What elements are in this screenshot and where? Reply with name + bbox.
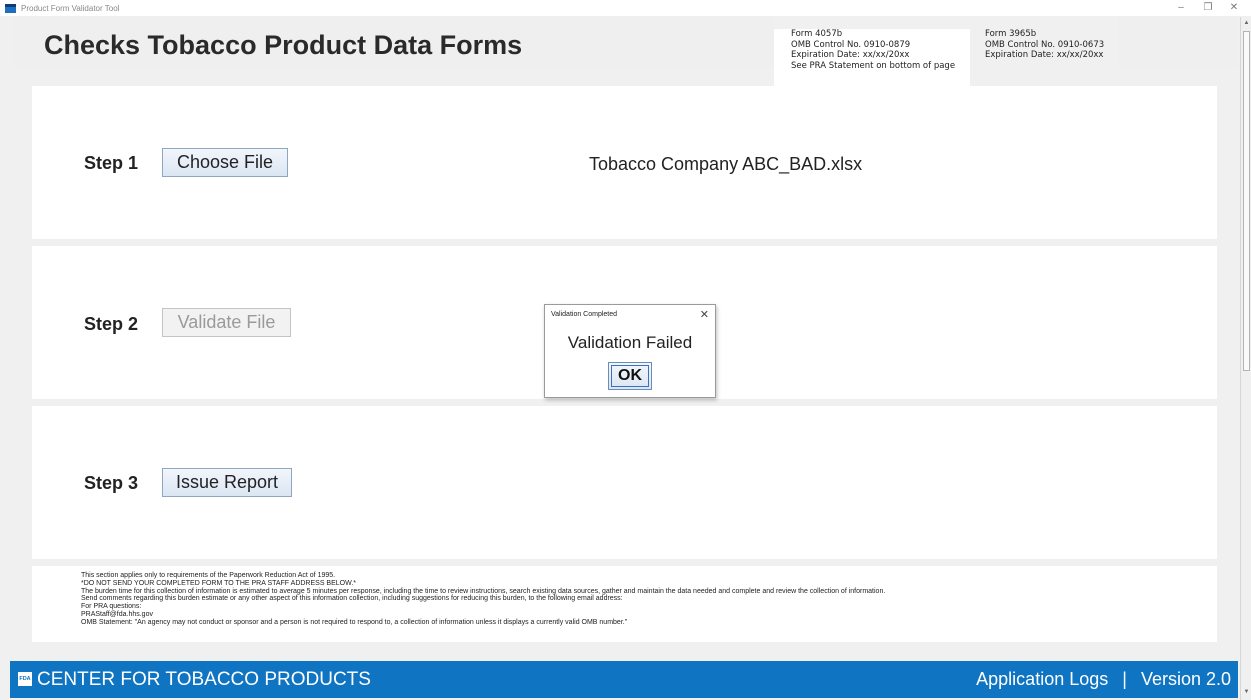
footer-bar: FDA CENTER FOR TOBACCO PRODUCTS Applicat… [10, 661, 1238, 698]
header-right-band [1118, 17, 1237, 68]
pra-line: *DO NOT SEND YOUR COMPLETED FORM TO THE … [81, 579, 356, 587]
validation-dialog: Validation Completed ✕ Validation Failed… [544, 304, 716, 398]
dialog-title: Validation Completed [551, 311, 618, 318]
pra-email: PRAStaff@fda.hhs.gov [81, 610, 153, 618]
omb-control-number: OMB Control No. 0910-0673 [985, 39, 1105, 50]
validate-file-button[interactable]: Validate File [162, 308, 291, 337]
scroll-thumb[interactable] [1243, 31, 1250, 371]
pra-statement: This section applies only to requirement… [32, 566, 1217, 642]
pra-line: OMB Statement: "An agency may not conduc… [81, 618, 628, 626]
omb-control-number: OMB Control No. 0910-0879 [791, 39, 911, 50]
center-name: CENTER FOR TOBACCO PRODUCTS [37, 669, 371, 690]
close-window-button[interactable]: ✕ [1223, 0, 1245, 16]
window-title: Product Form Validator Tool [21, 3, 120, 13]
expiration-date: Expiration Date: xx/xx/20xx [791, 50, 910, 60]
step2-label: Step 2 [84, 314, 139, 334]
pra-line: This section applies only to requirement… [81, 572, 336, 579]
minimize-button[interactable]: – [1170, 0, 1192, 16]
restore-button[interactable]: ❐ [1197, 0, 1219, 16]
issue-report-button[interactable]: Issue Report [162, 468, 292, 497]
footer-separator: | [1122, 669, 1127, 689]
scroll-up-arrow-icon[interactable]: ▲ [1241, 17, 1251, 29]
window-titlebar: Product Form Validator Tool – ❐ ✕ [0, 0, 1251, 16]
footer-links: Application Logs | Version 2.0 [976, 669, 1231, 690]
pra-note: See PRA Statement on bottom of page [791, 60, 956, 71]
step1-panel: Step 1 Choose File Tobacco Company ABC_B… [32, 86, 1217, 239]
app-icon [5, 3, 16, 13]
version-label: Version 2.0 [1140, 669, 1231, 689]
step3-panel: Step 3 Issue Report [32, 406, 1217, 559]
pra-line: Send comments regarding this burden esti… [81, 595, 623, 603]
fda-logo: FDA [18, 672, 32, 686]
selected-file-name: Tobacco Company ABC_BAD.xlsx [589, 154, 863, 174]
expiration-date: Expiration Date: xx/xx/20xx [985, 50, 1104, 60]
application-logs-link[interactable]: Application Logs [976, 669, 1108, 690]
pra-line: For PRA questions: [81, 603, 142, 611]
pra-line: The burden time for this collection of i… [81, 587, 886, 595]
form-4057b-info: Form 4057b OMB Control No. 0910-0879 Exp… [774, 29, 970, 87]
step1-label: Step 1 [84, 153, 139, 173]
choose-file-button[interactable]: Choose File [162, 148, 288, 177]
dialog-message: Validation Failed [567, 333, 693, 352]
step3-label: Step 3 [84, 473, 139, 493]
scroll-down-arrow-icon[interactable]: ▼ [1241, 686, 1251, 698]
page-title: Checks Tobacco Product Data Forms [44, 30, 523, 60]
form-3965b-info: Form 3965b OMB Control No. 0910-0673 Exp… [985, 29, 1104, 61]
close-icon[interactable]: ✕ [700, 308, 709, 321]
form-number: Form 4057b [791, 29, 843, 39]
form-number: Form 3965b [985, 29, 1037, 39]
ok-button[interactable]: OK [608, 362, 652, 390]
vertical-scrollbar[interactable]: ▲ ▼ [1240, 17, 1251, 700]
